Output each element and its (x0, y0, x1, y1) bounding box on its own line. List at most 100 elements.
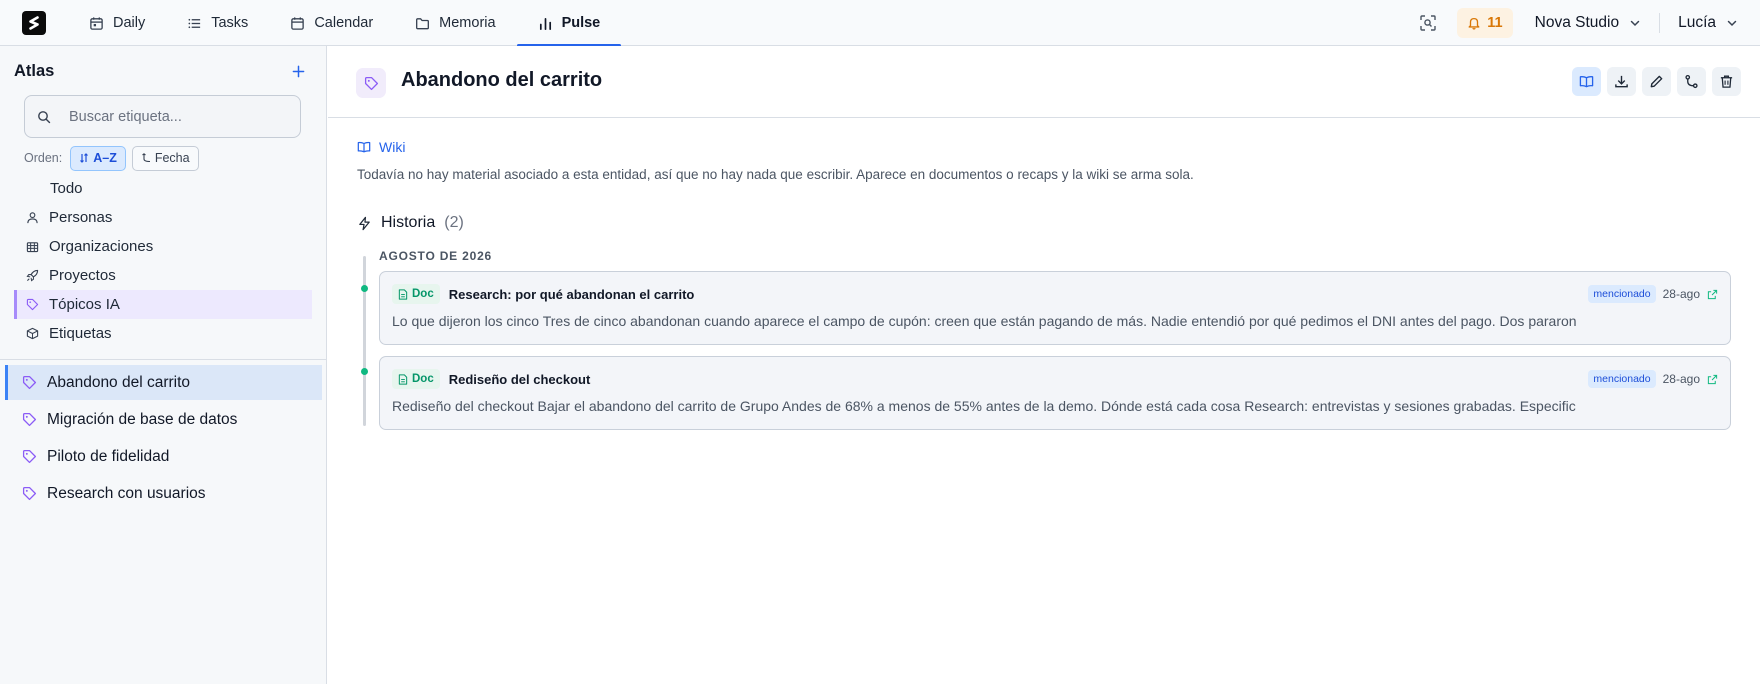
rocket-icon (26, 269, 39, 282)
entry-header: Doc Rediseño del checkout mencionado 28-… (392, 369, 1718, 389)
history-count: (2) (444, 214, 464, 231)
list-icon (188, 18, 201, 28)
add-tag-button[interactable] (288, 61, 308, 81)
category-label: Personas (49, 209, 113, 226)
user-name: Lucía (1678, 14, 1716, 31)
plus-icon (292, 65, 304, 77)
workspace-switcher[interactable]: Nova Studio (1534, 13, 1661, 33)
sidebar-title: Atlas (14, 62, 55, 80)
entity-actions (1572, 67, 1741, 96)
entry-header: Doc Research: por qué abandonan el carri… (392, 284, 1718, 304)
tag-abandono-del-carrito[interactable]: Abandono del carrito (5, 365, 322, 400)
history-entry[interactable]: Doc Research: por qué abandonan el carri… (379, 271, 1731, 345)
mention-badge: mencionado (1588, 285, 1656, 303)
tag-label: Migración de base de datos (47, 410, 238, 428)
wiki-empty-text: Todavía no hay material asociado a esta … (357, 167, 1194, 182)
external-link-icon[interactable] (1707, 374, 1718, 385)
workspace-name: Nova Studio (1534, 14, 1620, 31)
bolt-icon (359, 216, 370, 230)
document-icon (398, 288, 408, 300)
history-heading: Historia (2) (357, 214, 464, 232)
tag-migracion-de-base-de-datos[interactable]: Migración de base de datos (5, 402, 322, 437)
app-logo[interactable] (22, 11, 46, 35)
entry-date: 28-ago (1662, 287, 1700, 301)
tag-icon (364, 76, 378, 90)
main-nav: Daily Tasks Calendar Memoria Pulse (68, 0, 622, 47)
delete-button[interactable] (1712, 67, 1741, 96)
entity-tag-badge (356, 68, 386, 98)
category-todo[interactable]: Todo (14, 174, 312, 203)
merge-button[interactable] (1677, 67, 1706, 96)
tag-label: Research con usuarios (47, 484, 206, 502)
user-menu[interactable]: Lucía (1660, 14, 1760, 32)
edit-button[interactable] (1642, 67, 1671, 96)
notification-count: 11 (1487, 15, 1503, 31)
sort-date-button[interactable]: Fecha (131, 145, 199, 171)
document-icon (398, 373, 408, 385)
category-label: Tópicos IA (49, 296, 120, 313)
external-link-icon[interactable] (1707, 289, 1718, 300)
top-bar: Daily Tasks Calendar Memoria Pulse 11 No… (0, 0, 1760, 47)
mention-badge: mencionado (1588, 370, 1656, 388)
wiki-link[interactable]: Wiki (357, 139, 405, 155)
category-proyectos[interactable]: Proyectos (14, 261, 312, 290)
tag-icon (22, 486, 37, 501)
top-right-controls: 11 Nova Studio Lucía (1413, 0, 1760, 46)
cube-icon (26, 327, 39, 340)
sort-icon (80, 153, 89, 163)
nav-memoria[interactable]: Memoria (394, 0, 516, 46)
nav-tasks-label: Tasks (211, 15, 249, 31)
doc-type-badge: Doc (392, 284, 440, 304)
nav-daily[interactable]: Daily (68, 0, 166, 46)
tag-research-con-usuarios[interactable]: Research con usuarios (5, 476, 322, 511)
category-etiquetas[interactable]: Etiquetas (14, 319, 312, 348)
chevron-down-icon (1727, 20, 1737, 27)
person-icon (27, 212, 38, 224)
book-open-icon (357, 141, 371, 153)
bar-chart-icon (539, 17, 551, 30)
tag-search (24, 95, 301, 138)
download-icon (1615, 75, 1628, 88)
category-organizaciones[interactable]: Organizaciones (14, 232, 312, 261)
wiki-view-button[interactable] (1572, 67, 1601, 96)
notifications-button[interactable]: 11 (1457, 8, 1513, 38)
nav-calendar[interactable]: Calendar (269, 0, 394, 46)
sort-date-icon (142, 153, 150, 163)
search-icon (38, 110, 51, 123)
building-icon (26, 242, 39, 253)
history-entry[interactable]: Doc Rediseño del checkout mencionado 28-… (379, 356, 1731, 430)
book-open-icon (1579, 76, 1594, 88)
sidebar: Atlas Orden: A–Z Fecha Todo Personas Org… (0, 46, 327, 684)
tag-piloto-de-fidelidad[interactable]: Piloto de fidelidad (5, 439, 322, 474)
entry-title: Research: por qué abandonan el carrito (448, 286, 695, 302)
tag-search-input[interactable] (69, 108, 279, 125)
sort-az-button[interactable]: A–Z (70, 145, 126, 171)
sort-label: Orden: (24, 151, 63, 165)
tag-icon (22, 449, 37, 464)
main-panel: Abandono del carrito Wiki Todavía no hay… (328, 46, 1760, 684)
pencil-icon (1650, 75, 1663, 88)
download-button[interactable] (1607, 67, 1636, 96)
doc-type-label: Doc (412, 373, 434, 385)
scan-button[interactable] (1413, 8, 1443, 38)
tag-icon (22, 375, 37, 390)
category-list: Todo Personas Organizaciones Proyectos T… (14, 174, 312, 348)
tag-icon (22, 412, 37, 427)
doc-type-badge: Doc (392, 369, 440, 389)
entry-date: 28-ago (1662, 372, 1700, 386)
entry-snippet: Rediseño del checkout Bajar el abandono … (392, 398, 1576, 414)
sort-controls: Orden: A–Z Fecha (24, 145, 199, 171)
category-topicos-ia[interactable]: Tópicos IA (14, 290, 312, 319)
history-label: Historia (381, 214, 436, 231)
category-label: Etiquetas (49, 325, 112, 342)
nav-tasks[interactable]: Tasks (166, 0, 269, 46)
nav-pulse[interactable]: Pulse (516, 0, 622, 47)
entry-meta: mencionado 28-ago (1588, 285, 1718, 303)
tag-label: Abandono del carrito (47, 373, 191, 391)
chevron-down-icon (1630, 20, 1640, 27)
nav-daily-label: Daily (113, 15, 146, 31)
category-personas[interactable]: Personas (14, 203, 312, 232)
timeline-dot (361, 285, 368, 292)
scan-search-icon (1420, 15, 1436, 31)
nav-calendar-label: Calendar (314, 15, 374, 31)
